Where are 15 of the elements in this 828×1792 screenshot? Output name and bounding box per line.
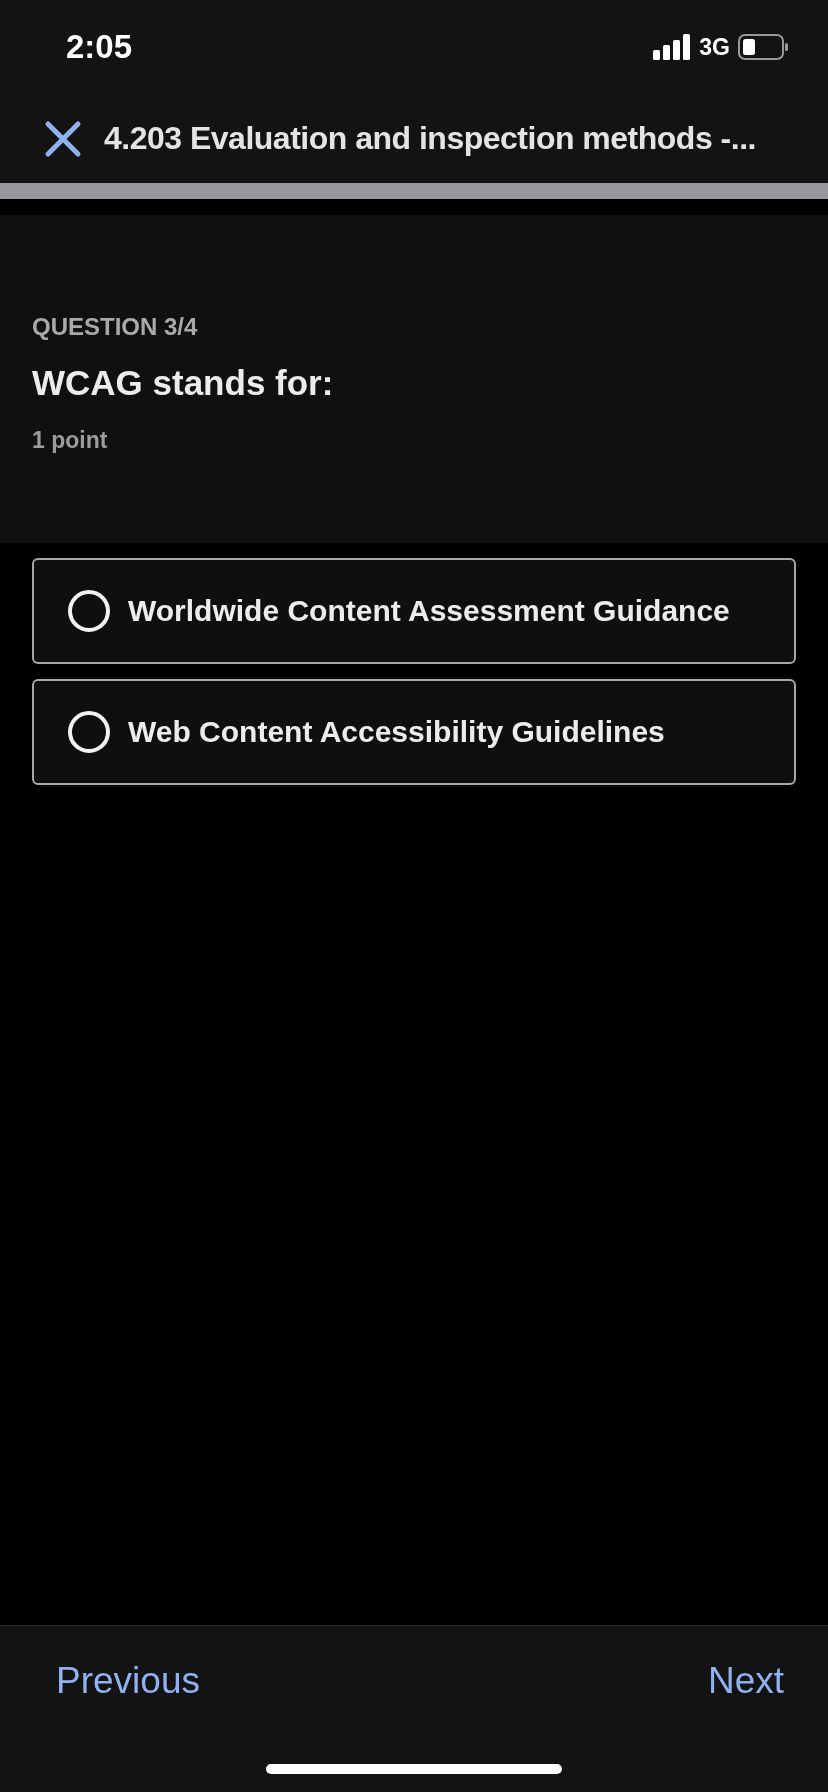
answer-option[interactable]: Worldwide Content Assessment Guidance: [32, 558, 796, 664]
close-icon[interactable]: [44, 119, 82, 158]
battery-icon: [738, 34, 788, 60]
radio-icon: [68, 711, 110, 753]
quiz-title: 4.203 Evaluation and inspection methods -...: [104, 120, 756, 157]
points-label: 1 point: [32, 427, 108, 454]
answer-option[interactable]: Web Content Accessibility Guidelines: [32, 679, 796, 785]
question-counter: QUESTION 3/4: [32, 313, 198, 341]
signal-icon: [653, 34, 692, 60]
next-button[interactable]: Next: [699, 1656, 792, 1706]
previous-button[interactable]: Previous: [48, 1656, 208, 1706]
radio-icon: [68, 590, 110, 632]
question-text: WCAG stands for:: [32, 363, 334, 403]
status-time: 2:05: [66, 28, 133, 66]
network-label: 3G: [699, 33, 730, 61]
